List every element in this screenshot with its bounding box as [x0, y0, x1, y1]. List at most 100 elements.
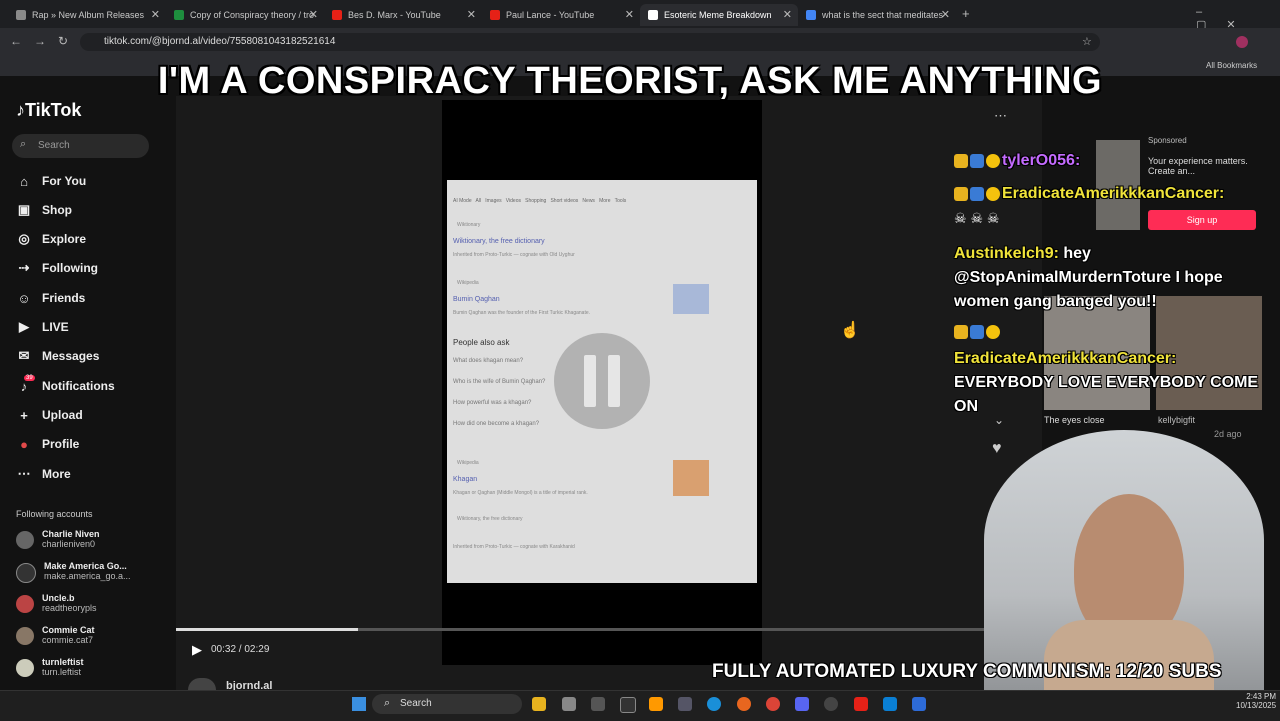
- back-icon[interactable]: ←: [10, 34, 22, 48]
- avatar: [16, 627, 34, 645]
- bookmark-star-icon[interactable]: ☆: [1082, 35, 1092, 48]
- crown-badge-icon: [954, 186, 968, 201]
- notifications-badge: 39: [24, 375, 35, 381]
- close-tab-icon[interactable]: ✕: [783, 8, 792, 21]
- sign-up-button[interactable]: Sign up: [1148, 210, 1256, 230]
- chat-badges: [954, 323, 1002, 341]
- app-icon[interactable]: [591, 697, 605, 711]
- obs-icon[interactable]: [824, 697, 838, 711]
- nav-label: Upload: [42, 408, 83, 422]
- tiktok-favicon-icon: [648, 10, 658, 20]
- nav-messages[interactable]: ✉ Messages: [16, 348, 100, 364]
- reload-icon[interactable]: ↻: [58, 34, 68, 48]
- youtube-app-icon[interactable]: [854, 697, 868, 711]
- pause-button[interactable]: [554, 333, 650, 429]
- browser-tab-6[interactable]: what is the sect that meditates ✕: [798, 4, 956, 26]
- nav-label: Profile: [42, 437, 80, 451]
- map-thumbnail: [673, 284, 709, 314]
- stream-title: I'M A CONSPIRACY THEORIST, ASK ME ANYTHI…: [157, 60, 1103, 102]
- more-options-icon[interactable]: ⋯: [994, 108, 1007, 124]
- following-account[interactable]: Commie Cat commie.cat7: [16, 625, 95, 645]
- discord-icon[interactable]: [795, 697, 809, 711]
- taskbar-search[interactable]: Search: [372, 694, 522, 714]
- sub-badge-icon: [970, 153, 984, 168]
- file-explorer-icon[interactable]: [532, 697, 546, 711]
- following-account[interactable]: Uncle.b readtheorypls: [16, 593, 97, 613]
- play-icon[interactable]: ▶: [192, 642, 202, 658]
- account-name: Uncle.b: [42, 593, 75, 603]
- close-tab-icon[interactable]: ✕: [309, 8, 318, 21]
- more-icon: ⋯: [17, 466, 31, 481]
- tiktok-logo[interactable]: ♪TikTok: [16, 100, 81, 121]
- close-tab-icon[interactable]: ✕: [151, 8, 160, 21]
- chat-message: EradicateAmerikkkanCancer: EVERYBODY LOV…: [954, 347, 1270, 419]
- related-date: 2d ago: [1214, 429, 1242, 439]
- following-account[interactable]: turnleftist turn.leftist: [16, 657, 84, 677]
- nav-live[interactable]: ▶ LIVE: [16, 319, 69, 335]
- new-tab-button[interactable]: +: [962, 6, 970, 21]
- nav-more[interactable]: ⋯ More: [16, 466, 71, 482]
- tab-label: Esoteric Meme Breakdown: [664, 10, 772, 20]
- taskbar-clock[interactable]: 2:43 PM 10/13/2025: [1236, 692, 1276, 710]
- profile-avatar-icon[interactable]: [1236, 36, 1248, 48]
- sheets-favicon-icon: [174, 10, 184, 20]
- chat-username: EradicateAmerikkkanCancer:: [954, 350, 1177, 367]
- windows-start-icon[interactable]: [352, 697, 366, 711]
- paa-question: Who is the wife of Bumin Qaghan?: [453, 379, 546, 385]
- search-input[interactable]: ⌕ Search: [12, 134, 149, 158]
- nav-label: Shop: [42, 203, 72, 217]
- nav-explore[interactable]: ◎ Explore: [16, 231, 86, 247]
- ad-text: Your experience matters. Create an...: [1148, 156, 1248, 176]
- gulag-emote-icon: ☠: [970, 210, 984, 226]
- chat-username: Austinkelch9:: [954, 245, 1059, 262]
- app-icon[interactable]: [678, 697, 692, 711]
- app-icon[interactable]: [912, 697, 926, 711]
- app-icon[interactable]: [562, 697, 576, 711]
- nav-label: Explore: [42, 232, 87, 246]
- tab-label: Copy of Conspiracy theory / tro: [190, 10, 315, 20]
- following-account[interactable]: Make America Go... make.america_go.a...: [16, 561, 131, 583]
- nav-friends[interactable]: ☺ Friends: [16, 290, 85, 306]
- chrome-icon[interactable]: [766, 697, 780, 711]
- video-progress-fill: [176, 628, 358, 631]
- heart-icon[interactable]: ♥: [992, 440, 1002, 458]
- tab-favicon-icon: [16, 10, 26, 20]
- browser-tab-active[interactable]: Esoteric Meme Breakdown ✕: [640, 4, 798, 26]
- nav-upload[interactable]: + Upload: [16, 407, 83, 423]
- browser-tab-4[interactable]: Paul Lance - YouTube ✕: [482, 4, 640, 26]
- compass-icon: ◎: [18, 231, 30, 246]
- browser-tab-1[interactable]: Rap » New Album Releases ✕: [8, 4, 166, 26]
- tab-label: Paul Lance - YouTube: [506, 10, 595, 20]
- youtube-favicon-icon: [332, 10, 342, 20]
- app-icon[interactable]: [620, 697, 636, 713]
- chat-username: EradicateAmerikkkanCancer:: [1002, 185, 1225, 202]
- following-account[interactable]: Charlie Niven charlieniven0: [16, 529, 100, 549]
- close-tab-icon[interactable]: ✕: [625, 8, 634, 21]
- chat-text: EVERYBODY LOVE EVERYBODY COME ON: [954, 374, 1259, 415]
- close-tab-icon[interactable]: ✕: [467, 8, 476, 21]
- result-title: Wiktionary, the free dictionary: [453, 238, 545, 245]
- vlc-icon[interactable]: [649, 697, 663, 711]
- home-icon: ⌂: [20, 173, 28, 189]
- forward-icon[interactable]: →: [34, 34, 46, 48]
- vscode-icon[interactable]: [883, 697, 897, 711]
- firefox-icon[interactable]: [737, 697, 751, 711]
- close-tab-icon[interactable]: ✕: [941, 8, 950, 21]
- edge-icon[interactable]: [707, 697, 721, 711]
- crown-badge-icon: [954, 153, 968, 168]
- avatar: [16, 531, 34, 549]
- browser-tab-3[interactable]: Bes D. Marx - YouTube ✕: [324, 4, 482, 26]
- nav-profile[interactable]: ● Profile: [16, 436, 79, 452]
- tier-badge-icon: [986, 153, 1000, 168]
- chat-username: tylerO056:: [1002, 152, 1081, 169]
- browser-tab-2[interactable]: Copy of Conspiracy theory / tro ✕: [166, 4, 324, 26]
- messages-icon: ✉: [18, 348, 30, 363]
- nav-shop[interactable]: ▣ Shop: [16, 202, 72, 218]
- nav-label: More: [42, 467, 71, 481]
- url-field[interactable]: tiktok.com/@bjornd.al/video/755808104318…: [80, 33, 1100, 51]
- nav-following[interactable]: ⇢ Following: [16, 260, 98, 276]
- result-title: Bumin Qaghan: [453, 296, 500, 303]
- nav-for-you[interactable]: ⌂ For You: [16, 173, 86, 189]
- mouse-cursor-icon: ☝: [840, 322, 860, 339]
- logo-text: TikTok: [25, 100, 82, 120]
